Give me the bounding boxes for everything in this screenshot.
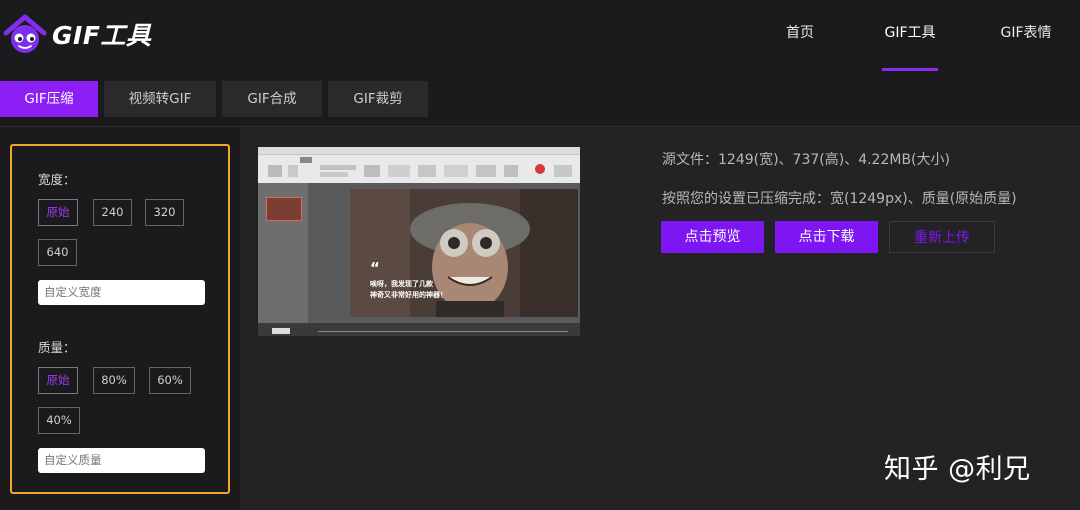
nav-item-home[interactable]: 首页 (770, 0, 830, 70)
width-option-320[interactable]: 320 (145, 199, 184, 226)
tab-gif-merge[interactable]: GIF合成 (222, 81, 322, 117)
width-option-original[interactable]: 原始 (38, 199, 78, 226)
quality-option-original[interactable]: 原始 (38, 367, 78, 394)
tab-video-to-gif[interactable]: 视频转GIF (104, 81, 216, 117)
watermark-text: 知乎 @利兄 (884, 454, 1031, 485)
nav-item-gif-emoji[interactable]: GIF表情 (996, 0, 1056, 70)
preview-slide: “ 唉呀，我发现了几款 神奇又非常好用的神器！ (350, 189, 578, 317)
width-option-240[interactable]: 240 (93, 199, 132, 226)
preview-caption-line-2: 神奇又非常好用的神器！ (370, 291, 447, 299)
logo[interactable]: GIF工具 (0, 10, 160, 58)
download-button[interactable]: 点击下载 (775, 221, 878, 253)
preview-slide-thumbnails (258, 183, 308, 323)
quality-option-80[interactable]: 80% (93, 367, 135, 394)
logo-text: GIF工具 (52, 21, 152, 50)
gif-tool-app: GIF工具 首页 GIF工具 GIF表情 GIF压缩 视频转GIF GIF合成 … (0, 0, 1080, 510)
width-label: 宽度： (38, 172, 76, 187)
width-option-640[interactable]: 640 (38, 239, 77, 266)
tab-gif-compress[interactable]: GIF压缩 (0, 81, 98, 117)
preview-ribbon (258, 147, 580, 183)
quality-label: 质量： (38, 340, 76, 355)
tab-gif-crop[interactable]: GIF裁剪 (328, 81, 428, 117)
quality-option-60[interactable]: 60% (149, 367, 191, 394)
quote-mark: “ (370, 259, 380, 277)
nav-item-gif-tools[interactable]: GIF工具 (882, 0, 938, 71)
preview-button[interactable]: 点击预览 (661, 221, 764, 253)
custom-width-input[interactable] (38, 280, 205, 305)
preview-statusbar (258, 323, 580, 336)
custom-quality-input[interactable] (38, 448, 205, 473)
top-header: GIF工具 首页 GIF工具 GIF表情 (0, 0, 1080, 71)
house-face-logo-icon (3, 14, 47, 53)
main-nav: 首页 GIF工具 GIF表情 (770, 0, 1080, 71)
preview-caption-line-1: 唉呀，我发现了几款 (370, 280, 433, 288)
tool-tabs: GIF压缩 视频转GIF GIF合成 GIF裁剪 (0, 81, 434, 119)
compression-result-info: 按照您的设置已压缩完成：宽(1249px)、质量(原始质量) (662, 191, 1017, 207)
nav-item-label: GIF工具 (884, 25, 936, 41)
settings-panel: 宽度： 原始 240 320 640 质量： 原始 80% 60% 40% (0, 127, 240, 510)
reupload-button[interactable]: 重新上传 (889, 221, 995, 253)
workspace: 宽度： 原始 240 320 640 质量： 原始 80% 60% 40% (0, 126, 1080, 510)
settings-box: 宽度： 原始 240 320 640 质量： 原始 80% 60% 40% (10, 144, 230, 494)
source-file-info: 源文件：1249(宽)、737(高)、4.22MB(大小) (662, 152, 950, 168)
preview-thumbnail (266, 197, 302, 221)
gif-preview-image: “ 唉呀，我发现了几款 神奇又非常好用的神器！ (258, 147, 580, 336)
quality-option-40[interactable]: 40% (38, 407, 80, 434)
active-nav-underline (882, 68, 938, 71)
preview-titlebar (258, 147, 580, 155)
